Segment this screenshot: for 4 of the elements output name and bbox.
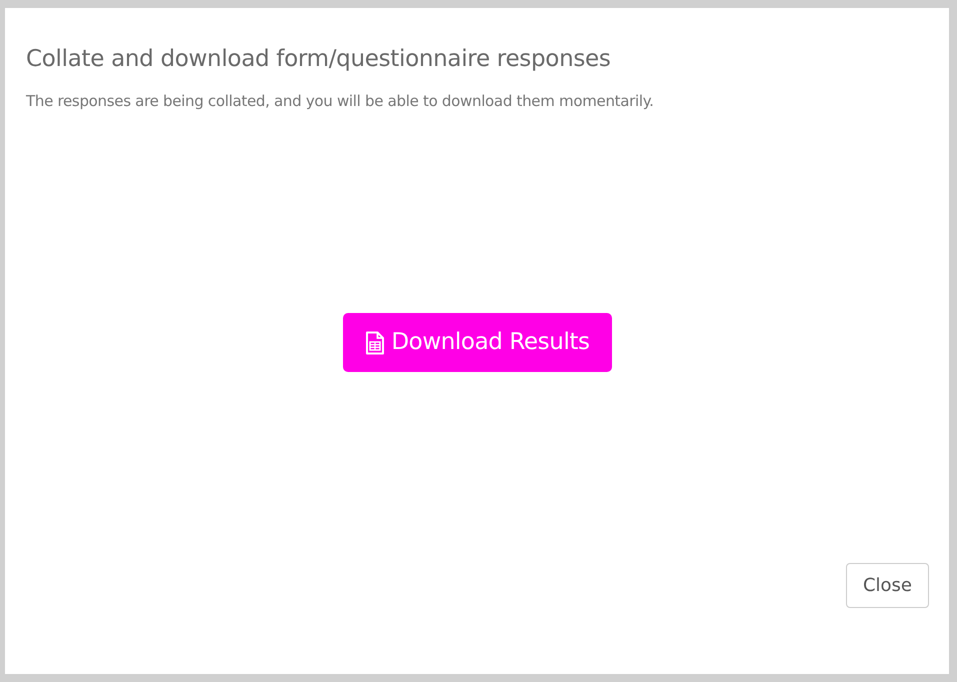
dialog-title: Collate and download form/questionnaire responses: [26, 46, 612, 74]
spreadsheet-file-icon: [365, 330, 386, 355]
dialog-message: The responses are being collated, and you will be able to download them momentarily.: [26, 90, 655, 112]
close-button[interactable]: Close: [846, 563, 929, 608]
